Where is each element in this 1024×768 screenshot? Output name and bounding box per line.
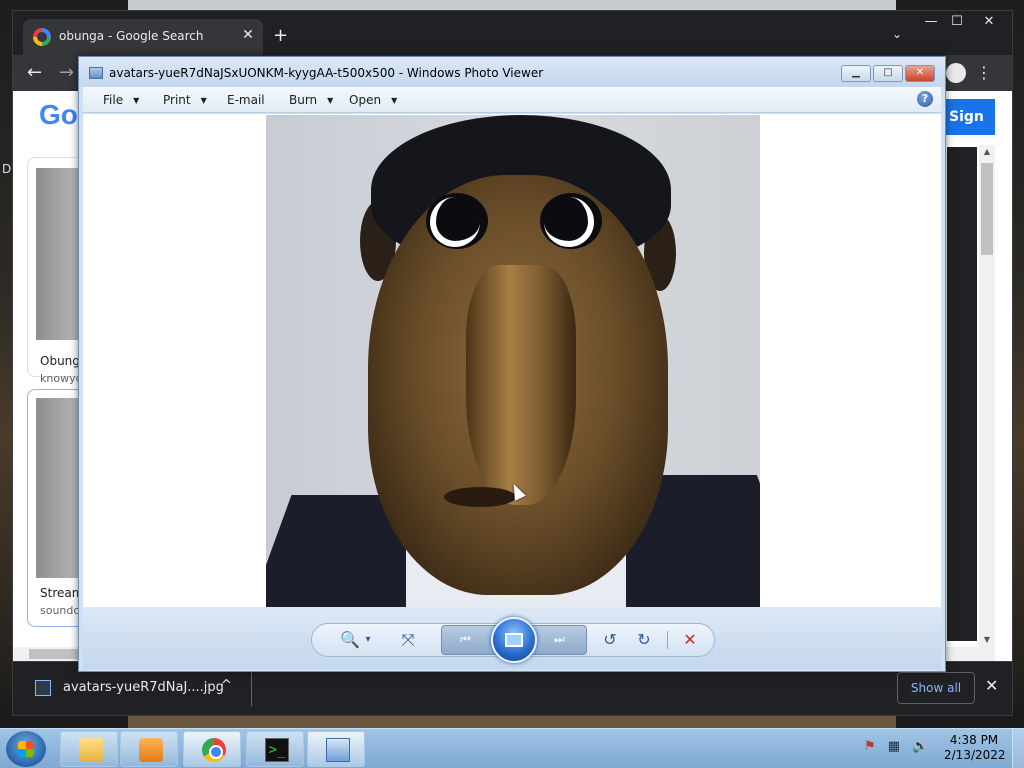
taskbar-explorer[interactable] bbox=[60, 731, 118, 767]
taskbar: >_ ⚑ ▦ 🔊 4:38 PM 2/13/2022 bbox=[0, 728, 1024, 768]
start-button[interactable] bbox=[6, 731, 46, 767]
clock[interactable]: 4:38 PM 2/13/2022 bbox=[944, 733, 1006, 763]
taskbar-media-player[interactable] bbox=[120, 731, 178, 767]
burn-menu[interactable]: Burn ▼ bbox=[289, 93, 333, 107]
dropdown-arrow-icon: ▼ bbox=[200, 96, 207, 105]
horizontal-scrollbar-thumb[interactable] bbox=[29, 649, 79, 659]
photo-nose bbox=[466, 265, 576, 505]
windows-logo-icon bbox=[18, 741, 34, 757]
chrome-maximize-button[interactable]: ☐ bbox=[943, 13, 971, 31]
left-edge-text: D bbox=[2, 162, 12, 176]
google-favicon-icon bbox=[33, 28, 51, 46]
back-button[interactable]: ← bbox=[27, 62, 42, 83]
photo-mouth bbox=[444, 487, 516, 507]
taskbar-photo-viewer[interactable] bbox=[307, 731, 365, 767]
delete-icon[interactable]: ✕ bbox=[679, 629, 701, 651]
show-desktop-button[interactable] bbox=[1012, 729, 1024, 768]
system-tray: ⚑ ▦ 🔊 bbox=[864, 739, 936, 754]
rotate-counterclockwise-icon[interactable]: ↺ bbox=[599, 629, 621, 651]
terminal-icon: >_ bbox=[265, 738, 289, 762]
result-thumbnail[interactable] bbox=[36, 398, 84, 578]
slideshow-screen-icon bbox=[505, 633, 523, 647]
scrollbar-thumb[interactable] bbox=[981, 163, 993, 255]
slideshow-button[interactable] bbox=[491, 617, 537, 663]
tab-close-icon[interactable]: ✕ bbox=[239, 27, 257, 43]
dropdown-arrow-icon: ▼ bbox=[327, 96, 334, 105]
chrome-icon bbox=[202, 738, 226, 762]
tab-search-icon[interactable]: ⌄ bbox=[892, 27, 902, 41]
viewer-minimize-button[interactable]: ▁ bbox=[841, 65, 871, 82]
download-options-icon[interactable]: ^ bbox=[221, 678, 232, 693]
print-menu[interactable]: Print ▼ bbox=[163, 93, 207, 107]
photo-eye-right bbox=[540, 193, 602, 249]
clock-date: 2/13/2022 bbox=[944, 748, 1006, 762]
dropdown-arrow-icon: ▼ bbox=[391, 96, 398, 105]
viewer-title: avatars-yueR7dNaJSxUONKM-kyygAA-t500x500… bbox=[109, 66, 544, 80]
image-file-icon bbox=[35, 680, 51, 696]
browser-tab[interactable]: obunga - Google Search ✕ bbox=[23, 19, 263, 55]
chrome-menu-icon[interactable]: ⋮ bbox=[976, 63, 992, 82]
viewer-titlebar[interactable]: avatars-yueR7dNaJSxUONKM-kyygAA-t500x500… bbox=[79, 57, 945, 87]
wallpaper-top bbox=[128, 0, 896, 10]
results-side-panel bbox=[947, 147, 977, 641]
download-filename[interactable]: avatars-yueR7dNaJ....jpg bbox=[63, 680, 224, 695]
result-thumbnail[interactable] bbox=[36, 168, 84, 340]
file-menu[interactable]: File ▼ bbox=[103, 93, 139, 107]
sign-in-button[interactable]: Sign in bbox=[945, 99, 995, 161]
google-logo[interactable]: Go bbox=[39, 99, 78, 131]
dropdown-arrow-icon: ▼ bbox=[133, 96, 140, 105]
viewer-toolbar: 🔍 ▾ ⤧ ⏮ ⏭ ↺ ↻ ✕ bbox=[83, 607, 941, 669]
tab-title: obunga - Google Search bbox=[59, 29, 204, 43]
photo-eye-left bbox=[426, 193, 488, 249]
scroll-up-arrow-icon[interactable]: ▲ bbox=[979, 147, 995, 156]
divider bbox=[667, 631, 668, 649]
media-player-icon bbox=[139, 738, 163, 762]
viewer-menubar: File ▼ Print ▼ E-mail Burn ▼ Open ▼ ? bbox=[83, 87, 941, 113]
email-menu[interactable]: E-mail bbox=[227, 93, 265, 107]
profile-icon[interactable] bbox=[946, 63, 966, 83]
download-bar-close-icon[interactable]: ✕ bbox=[985, 676, 998, 695]
viewer-maximize-button[interactable]: □ bbox=[873, 65, 903, 82]
chrome-minimize-button[interactable]: — bbox=[917, 13, 945, 31]
taskbar-chrome[interactable] bbox=[183, 731, 241, 767]
photo-viewer-window: avatars-yueR7dNaJSxUONKM-kyygAA-t500x500… bbox=[78, 56, 946, 672]
clock-time: 4:38 PM bbox=[949, 733, 999, 747]
new-tab-button[interactable]: + bbox=[273, 25, 288, 47]
viewer-close-button[interactable]: ✕ bbox=[905, 65, 935, 82]
photo-viewer-icon bbox=[326, 738, 350, 762]
zoom-dropdown-icon[interactable]: ▾ bbox=[357, 629, 379, 651]
image-canvas[interactable] bbox=[83, 114, 941, 607]
photo-viewer-app-icon bbox=[89, 67, 103, 79]
volume-icon[interactable]: 🔊 bbox=[912, 739, 928, 754]
flag-icon[interactable]: ⚑ bbox=[864, 739, 876, 754]
rotate-clockwise-icon[interactable]: ↻ bbox=[633, 629, 655, 651]
chrome-close-button[interactable]: ✕ bbox=[975, 13, 1003, 31]
actual-size-icon[interactable]: ⤧ bbox=[397, 629, 419, 651]
previous-button[interactable]: ⏮ bbox=[460, 632, 471, 647]
next-button[interactable]: ⏭ bbox=[554, 632, 565, 647]
taskbar-terminal[interactable]: >_ bbox=[246, 731, 304, 767]
scroll-down-arrow-icon[interactable]: ▼ bbox=[979, 635, 995, 644]
forward-button[interactable]: → bbox=[59, 62, 74, 83]
wallpaper-bottom bbox=[128, 716, 896, 728]
network-icon[interactable]: ▦ bbox=[888, 739, 900, 754]
displayed-photo[interactable] bbox=[266, 115, 760, 607]
open-menu[interactable]: Open ▼ bbox=[349, 93, 397, 107]
divider bbox=[251, 672, 252, 706]
help-icon[interactable]: ? bbox=[917, 91, 933, 107]
show-all-button[interactable]: Show all bbox=[897, 672, 975, 704]
folder-icon bbox=[79, 738, 103, 762]
